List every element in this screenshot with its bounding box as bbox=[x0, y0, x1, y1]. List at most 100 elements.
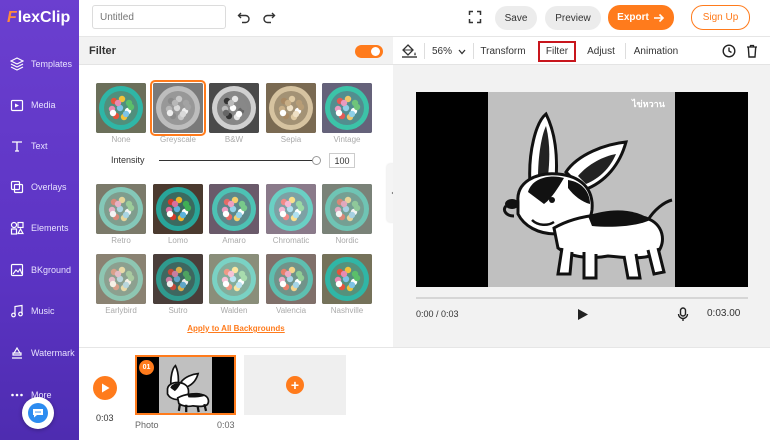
edit-toolbar: 56% Transform Filter Adjust Animation bbox=[393, 37, 770, 65]
filter-thumbnail-retro[interactable] bbox=[96, 184, 146, 234]
tab-transform[interactable]: Transform bbox=[477, 41, 529, 62]
divider bbox=[424, 43, 425, 59]
sidebar-item-media[interactable]: Media bbox=[0, 85, 79, 125]
divider bbox=[625, 43, 626, 59]
filter-label: Greyscale bbox=[159, 135, 196, 144]
filter-thumbnail-amaro[interactable] bbox=[209, 184, 259, 234]
playback-progress-track[interactable] bbox=[416, 297, 748, 299]
timeline-play-button[interactable] bbox=[93, 376, 117, 400]
filter-label: None bbox=[111, 135, 131, 144]
intensity-label: Intensity bbox=[111, 155, 145, 165]
chevron-down-icon bbox=[458, 49, 466, 54]
background-icon bbox=[10, 263, 24, 277]
microphone-icon[interactable] bbox=[677, 307, 689, 327]
sidebar-item-label: BKground bbox=[31, 265, 72, 275]
music-icon bbox=[11, 304, 23, 318]
tab-filter[interactable]: Filter bbox=[538, 41, 576, 62]
plus-icon: + bbox=[286, 376, 304, 394]
text-icon bbox=[12, 141, 22, 152]
filter-thumbnail-greyscale[interactable] bbox=[150, 80, 206, 136]
apply-to-all-link[interactable]: Apply to All Backgrounds bbox=[79, 324, 393, 333]
filter-toggle[interactable] bbox=[355, 45, 383, 58]
timeline: 0:03 01 Photo 0:03 + bbox=[79, 347, 770, 440]
project-title-input[interactable] bbox=[92, 5, 226, 29]
sidebar-item-templates[interactable]: Templates bbox=[0, 44, 79, 84]
dog-illustration bbox=[488, 92, 675, 287]
play-icon bbox=[101, 383, 109, 393]
play-icon[interactable] bbox=[577, 308, 589, 326]
filter-label: B&W bbox=[224, 135, 244, 144]
sidebar-item-elements[interactable]: Elements bbox=[0, 208, 79, 248]
fullscreen-icon[interactable] bbox=[468, 10, 482, 29]
sidebar-item-text[interactable]: Text bbox=[0, 126, 79, 166]
undo-icon[interactable] bbox=[237, 10, 251, 29]
sidebar-item-background[interactable]: BKground bbox=[0, 250, 79, 290]
filter-thumbnail-chromatic[interactable] bbox=[266, 184, 316, 234]
add-clip-button[interactable]: + bbox=[244, 355, 346, 415]
clip-label: Photo bbox=[135, 420, 159, 430]
playback-time: 0:00 / 0:03 bbox=[416, 309, 459, 319]
overlays-icon bbox=[10, 180, 24, 194]
filter-label: Lomo bbox=[167, 236, 188, 245]
redo-icon[interactable] bbox=[262, 10, 276, 29]
clip-thumbnail bbox=[159, 357, 212, 413]
filter-label: Sepia bbox=[280, 135, 302, 144]
watermark-icon bbox=[12, 346, 22, 359]
filter-label: Chromatic bbox=[272, 236, 310, 245]
filter-thumbnail-sepia[interactable] bbox=[266, 83, 316, 133]
clip-number-badge: 01 bbox=[139, 360, 154, 375]
top-bar: Save Preview Export Sign Up bbox=[79, 0, 770, 37]
filter-thumbnail-earlybird[interactable] bbox=[96, 254, 146, 304]
sidebar-item-watermark[interactable]: Watermark bbox=[0, 333, 79, 373]
video-canvas[interactable]: ไข่หวาน bbox=[416, 92, 748, 287]
more-icon bbox=[11, 393, 23, 397]
elements-icon bbox=[10, 221, 24, 235]
save-button[interactable]: Save bbox=[495, 6, 537, 30]
filter-thumbnail-valencia[interactable] bbox=[266, 254, 316, 304]
filter-label: Nordic bbox=[335, 236, 359, 245]
zoom-dropdown[interactable]: 56% bbox=[429, 41, 469, 62]
filter-label: Retro bbox=[111, 236, 131, 245]
filter-thumbnail-lomo[interactable] bbox=[153, 184, 203, 234]
canvas-watermark-text: ไข่หวาน bbox=[632, 99, 665, 109]
tab-animation[interactable]: Animation bbox=[631, 41, 681, 62]
timeline-time: 0:03 bbox=[96, 413, 114, 423]
filter-label: Valencia bbox=[275, 306, 307, 315]
export-button[interactable]: Export bbox=[608, 5, 674, 30]
filter-label: Nashville bbox=[330, 306, 364, 315]
clock-icon[interactable] bbox=[722, 44, 736, 63]
logo-text: lexClip bbox=[17, 9, 71, 26]
arrow-right-icon bbox=[653, 13, 664, 22]
preview-button[interactable]: Preview bbox=[545, 6, 601, 30]
filter-label: Amaro bbox=[222, 236, 246, 245]
layers-icon bbox=[10, 57, 24, 71]
sidebar-item-overlays[interactable]: Overlays bbox=[0, 167, 79, 207]
filter-thumbnail-nordic[interactable] bbox=[322, 184, 372, 234]
media-icon bbox=[10, 99, 24, 112]
total-duration: 0:03.00 bbox=[707, 308, 741, 319]
sidebar-item-music[interactable]: Music bbox=[0, 291, 79, 331]
intensity-slider-track[interactable] bbox=[159, 160, 317, 161]
intensity-slider-handle[interactable] bbox=[312, 156, 321, 165]
tab-adjust[interactable]: Adjust bbox=[583, 41, 619, 62]
timeline-clip[interactable]: 01 bbox=[135, 355, 236, 415]
sidebar: FlexClip Templates Media Text Overlays E… bbox=[0, 0, 79, 440]
filter-thumbnail-b-w[interactable] bbox=[209, 83, 259, 133]
sidebar-item-label: Overlays bbox=[31, 182, 67, 192]
filter-thumbnail-nashville[interactable] bbox=[322, 254, 372, 304]
filter-label: Vintage bbox=[333, 135, 361, 144]
sidebar-item-label: Media bbox=[31, 100, 56, 110]
delete-icon[interactable] bbox=[746, 44, 758, 63]
intensity-value[interactable]: 100 bbox=[329, 153, 355, 168]
filter-thumbnail-none[interactable] bbox=[96, 83, 146, 133]
clip-duration: 0:03 bbox=[217, 420, 235, 430]
sidebar-item-label: Elements bbox=[31, 223, 69, 233]
filter-thumbnail-vintage[interactable] bbox=[322, 83, 372, 133]
filter-thumbnail-sutro[interactable] bbox=[153, 254, 203, 304]
paint-bucket-icon[interactable] bbox=[402, 44, 417, 63]
filter-label: Earlybird bbox=[105, 306, 137, 315]
sign-up-button[interactable]: Sign Up bbox=[691, 5, 750, 30]
chat-support-button[interactable] bbox=[22, 397, 54, 429]
flexclip-logo[interactable]: FlexClip bbox=[7, 8, 77, 28]
filter-thumbnail-walden[interactable] bbox=[209, 254, 259, 304]
